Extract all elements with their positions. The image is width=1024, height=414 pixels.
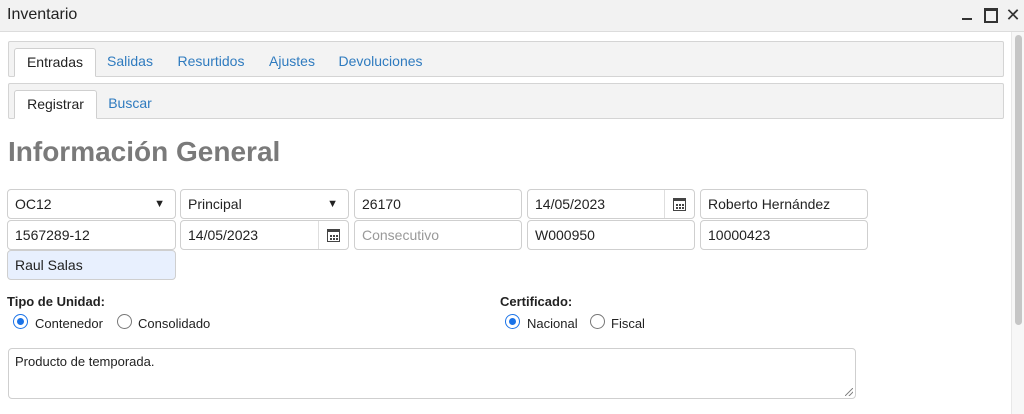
main-tabbar: Entradas Salidas Resurtidos Ajustes Devo… <box>8 41 1004 77</box>
almacen-select-value: Principal <box>188 196 242 212</box>
codigo-field[interactable]: W000950 <box>527 220 695 250</box>
almacen-select[interactable]: Principal ▼ <box>180 189 349 219</box>
notes-text: Producto de temporada. <box>15 354 155 369</box>
responsable-field[interactable]: Roberto Hernández <box>700 189 868 219</box>
orden-select[interactable]: OC12 ▼ <box>7 189 176 219</box>
radio-contenedor[interactable] <box>13 314 28 329</box>
radio-fiscal[interactable] <box>590 314 605 329</box>
tipo-unidad-label: Tipo de Unidad: <box>7 294 105 309</box>
chevron-down-icon: ▼ <box>327 198 338 210</box>
resize-grip-icon[interactable] <box>845 388 853 396</box>
date-separator <box>664 190 665 218</box>
certificado-label: Certificado: <box>500 294 573 309</box>
section-title: Información General <box>8 136 281 167</box>
tab-registrar[interactable]: Registrar <box>14 90 97 119</box>
tab-ajustes[interactable]: Ajustes <box>262 48 322 77</box>
tab-salidas[interactable]: Salidas <box>99 48 161 77</box>
radio-fiscal-label[interactable]: Fiscal <box>611 316 645 331</box>
folio-field[interactable]: 10000423 <box>700 220 868 250</box>
radio-consolidado-label[interactable]: Consolidado <box>138 316 210 331</box>
sub-tabbar: Registrar Buscar <box>8 83 1004 119</box>
scrollbar-thumb[interactable] <box>1015 35 1022 325</box>
consecutivo-field[interactable]: Consecutivo <box>354 220 522 250</box>
chevron-down-icon: ▼ <box>154 198 165 210</box>
date-separator <box>318 221 319 249</box>
tab-entradas[interactable]: Entradas <box>14 48 96 77</box>
close-icon[interactable]: ✕ <box>1004 5 1022 25</box>
calendar-icon[interactable] <box>673 198 686 211</box>
fecha-field-2-value: 14/05/2023 <box>188 227 259 243</box>
radio-contenedor-label[interactable]: Contenedor <box>35 316 103 331</box>
calendar-icon[interactable] <box>327 229 340 242</box>
orden-select-value: OC12 <box>15 196 52 212</box>
tab-devoluciones[interactable]: Devoluciones <box>333 48 428 77</box>
radio-consolidado[interactable] <box>117 314 132 329</box>
fecha-field-2[interactable]: 14/05/2023 <box>180 220 349 250</box>
window-title: Inventario <box>7 6 78 23</box>
usuario-field[interactable]: Raul Salas <box>7 250 176 280</box>
radio-nacional[interactable] <box>505 314 520 329</box>
window-titlebar: Inventario ✕ <box>0 0 1024 32</box>
vertical-scrollbar[interactable] <box>1011 32 1024 414</box>
tab-resurtidos[interactable]: Resurtidos <box>171 48 251 77</box>
maximize-icon[interactable] <box>982 5 1000 25</box>
minimize-icon[interactable] <box>958 5 976 25</box>
numero-field[interactable]: 26170 <box>354 189 522 219</box>
referencia-field[interactable]: 1567289-12 <box>7 220 176 250</box>
fecha-field-1-value: 14/05/2023 <box>535 196 606 212</box>
tab-buscar[interactable]: Buscar <box>101 90 159 119</box>
notes-textarea[interactable]: Producto de temporada. <box>8 348 856 399</box>
fecha-field-1[interactable]: 14/05/2023 <box>527 189 695 219</box>
radio-nacional-label[interactable]: Nacional <box>527 316 578 331</box>
